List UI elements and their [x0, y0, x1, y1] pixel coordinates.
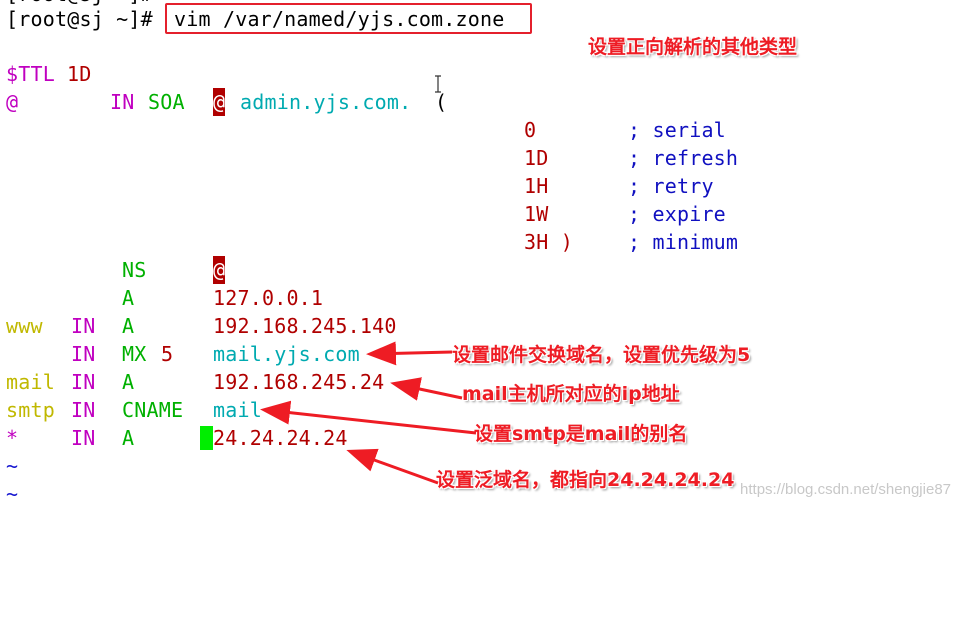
- arrow-wildcard: [346, 448, 439, 485]
- arrow-cname: [260, 400, 477, 435]
- annotation-arrows: [260, 341, 477, 485]
- arrow-mail-a: [390, 377, 463, 401]
- arrow-mx: [366, 341, 453, 366]
- watermark: https://blog.csdn.net/shengjie87: [740, 481, 951, 498]
